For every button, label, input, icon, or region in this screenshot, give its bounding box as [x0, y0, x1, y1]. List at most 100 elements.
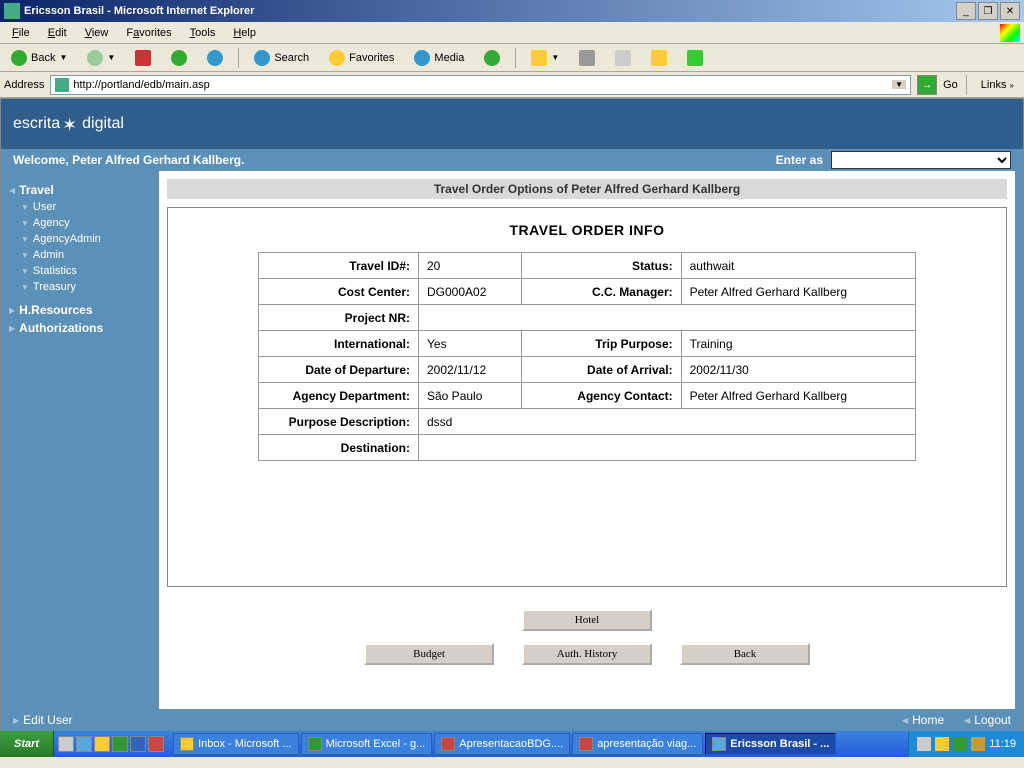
task-item-active[interactable]: Ericsson Brasil - ...	[705, 733, 836, 755]
address-dropdown[interactable]: ▼	[892, 80, 906, 89]
menu-view[interactable]: View	[77, 25, 117, 41]
task-label: ApresentacaoBDG....	[459, 738, 563, 750]
task-item[interactable]: ApresentacaoBDG....	[434, 733, 570, 755]
chevron-down-icon: ▼	[551, 53, 559, 62]
value-project-nr	[419, 305, 916, 331]
hotel-button[interactable]: Hotel	[522, 609, 652, 631]
home-button[interactable]	[200, 47, 230, 69]
label-project-nr: Project NR:	[259, 305, 419, 331]
back-button[interactable]: Back ▼	[4, 47, 74, 69]
page-icon	[55, 78, 69, 92]
back-icon	[11, 50, 27, 66]
edit-page-button[interactable]	[608, 47, 638, 69]
task-label: apresentação viag...	[597, 738, 696, 750]
excel-quick-icon[interactable]	[112, 736, 128, 752]
menu-favorites[interactable]: Favorites	[118, 25, 179, 41]
label-trip-purpose: Trip Purpose:	[521, 331, 681, 357]
show-desktop-icon[interactable]	[58, 736, 74, 752]
sidebar-item-agencyadmin[interactable]: ▼AgencyAdmin	[9, 231, 151, 247]
tray-icon[interactable]	[917, 737, 931, 751]
ie-quick-icon[interactable]	[76, 736, 92, 752]
main-content: Travel Order Options of Peter Alfred Ger…	[159, 171, 1015, 709]
go-label: Go	[943, 79, 958, 91]
task-label: Inbox - Microsoft ...	[198, 738, 292, 750]
tray-icon[interactable]	[971, 737, 985, 751]
stop-button[interactable]	[128, 47, 158, 69]
sidebar-label: Agency	[33, 217, 70, 229]
search-icon	[254, 50, 270, 66]
word-quick-icon[interactable]	[130, 736, 146, 752]
chevron-down-icon: ▼	[59, 53, 67, 62]
outlook-quick-icon[interactable]	[94, 736, 110, 752]
footer-home[interactable]: ◀Home	[902, 713, 944, 727]
messenger-button[interactable]	[680, 47, 710, 69]
print-button[interactable]	[572, 47, 602, 69]
value-date-arrival: 2002/11/30	[681, 357, 915, 383]
mail-button[interactable]: ▼	[524, 47, 566, 69]
menu-help[interactable]: Help	[225, 25, 264, 41]
sidebar-item-user[interactable]: ▼User	[9, 199, 151, 215]
menu-edit[interactable]: Edit	[40, 25, 75, 41]
tray-icon[interactable]	[953, 737, 967, 751]
separator	[515, 48, 516, 68]
search-button[interactable]: Search	[247, 47, 316, 69]
refresh-button[interactable]	[164, 47, 194, 69]
label-status: Status:	[521, 253, 681, 279]
back-button-app[interactable]: Back	[680, 643, 810, 665]
task-item[interactable]: Microsoft Excel - g...	[301, 733, 433, 755]
auth-history-button[interactable]: Auth. History	[522, 643, 652, 665]
ie-icon	[712, 737, 726, 751]
sidebar-item-authorizations[interactable]: ▶Authorizations	[9, 319, 151, 337]
excel-icon	[308, 737, 322, 751]
forward-button[interactable]: ▼	[80, 47, 122, 69]
start-button[interactable]: Start	[0, 731, 54, 757]
restore-button[interactable]: ❐	[978, 2, 998, 20]
triangle-icon: ▼	[21, 283, 29, 292]
ie-icon	[4, 3, 20, 19]
sidebar-item-admin[interactable]: ▼Admin	[9, 247, 151, 263]
messenger-icon	[687, 50, 703, 66]
media-label: Media	[434, 52, 464, 64]
sidebar-item-hresources[interactable]: ▶H.Resources	[9, 301, 151, 319]
budget-button[interactable]: Budget	[364, 643, 494, 665]
sidebar-item-statistics[interactable]: ▼Statistics	[9, 263, 151, 279]
ppt-quick-icon[interactable]	[148, 736, 164, 752]
go-button[interactable]: →	[917, 75, 937, 95]
sidebar-item-treasury[interactable]: ▼Treasury	[9, 279, 151, 295]
search-label: Search	[274, 52, 309, 64]
logo-text-a: escrita	[13, 115, 60, 133]
discuss-icon	[651, 50, 667, 66]
section-title: TRAVEL ORDER INFO	[258, 222, 916, 238]
triangle-icon: ▼	[21, 251, 29, 260]
toolbar: Back ▼ ▼ Search Favorites Media ▼	[0, 44, 1024, 72]
triangle-icon: ▶	[13, 716, 19, 725]
address-input[interactable]	[73, 77, 888, 93]
menu-file[interactable]: File	[4, 25, 38, 41]
discuss-button[interactable]	[644, 47, 674, 69]
tray-icon[interactable]	[935, 737, 949, 751]
star-icon	[329, 50, 345, 66]
body-panel: ◀Travel ▼User ▼Agency ▼AgencyAdmin ▼Admi…	[1, 171, 1023, 709]
footer-logout[interactable]: ◀Logout	[964, 713, 1011, 727]
enter-as-select[interactable]	[831, 151, 1011, 169]
ppt-icon	[579, 737, 593, 751]
links-button[interactable]: Links »	[975, 77, 1020, 93]
outlook-icon	[180, 737, 194, 751]
menu-tools[interactable]: Tools	[182, 25, 224, 41]
favorites-button[interactable]: Favorites	[322, 47, 401, 69]
welcome-bar: Welcome, Peter Alfred Gerhard Kallberg. …	[1, 149, 1023, 171]
sidebar-item-agency[interactable]: ▼Agency	[9, 215, 151, 231]
close-button[interactable]: ✕	[1000, 2, 1020, 20]
stop-icon	[135, 50, 151, 66]
triangle-icon: ▼	[21, 203, 29, 212]
media-button[interactable]: Media	[407, 47, 471, 69]
minimize-button[interactable]: _	[956, 2, 976, 20]
task-item[interactable]: Inbox - Microsoft ...	[173, 733, 299, 755]
footer-edit-user[interactable]: ▶Edit User	[13, 713, 73, 727]
sidebar-item-travel[interactable]: ◀Travel	[9, 181, 151, 199]
label-agency-dept: Agency Department:	[259, 383, 419, 409]
history-button[interactable]	[477, 47, 507, 69]
menubar: File Edit View Favorites Tools Help	[0, 22, 1024, 44]
task-item[interactable]: apresentação viag...	[572, 733, 703, 755]
browser-viewport: escrita digital Welcome, Peter Alfred Ge…	[0, 98, 1024, 731]
